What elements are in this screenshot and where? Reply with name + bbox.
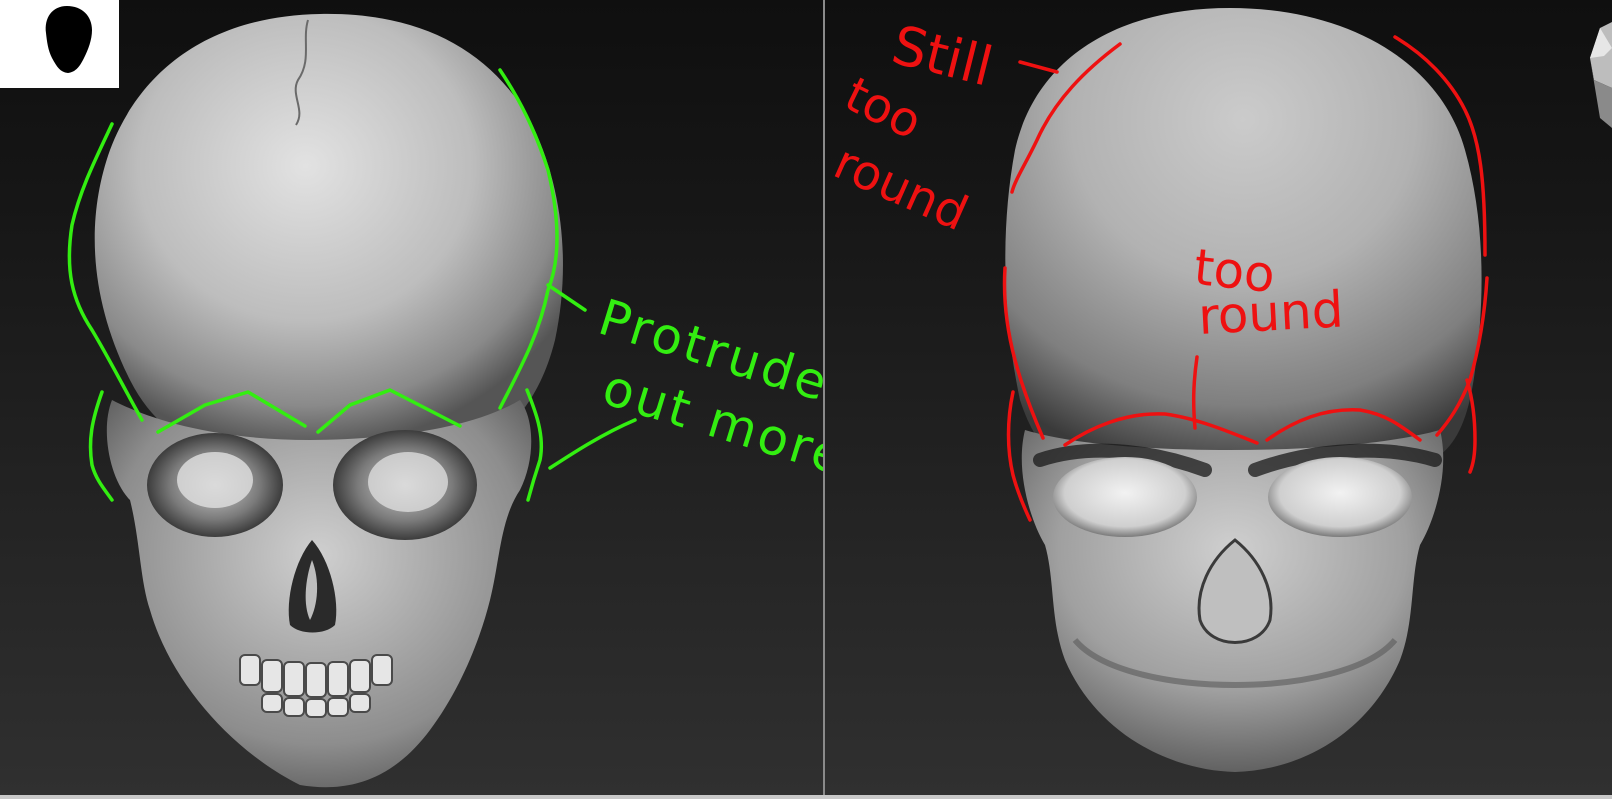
navigation-cube[interactable] bbox=[1580, 18, 1612, 128]
reference-viewport[interactable]: Protrudes out more bbox=[0, 0, 823, 799]
navigation-cube-icon bbox=[1590, 22, 1612, 128]
reference-cranium bbox=[94, 13, 563, 449]
zbrush-comparison-canvas: Protrudes out more Still too round too r… bbox=[0, 0, 1612, 799]
bottom-edge bbox=[0, 795, 1612, 799]
sculpt-right-eye bbox=[1268, 457, 1412, 537]
reference-teeth bbox=[239, 654, 393, 718]
sculpt-skull-render bbox=[1002, 8, 1489, 772]
sculpt-viewport[interactable]: Still too round too round bbox=[825, 0, 1612, 799]
sculpt-cranium bbox=[1005, 8, 1482, 455]
head-silhouette-thumbnail[interactable] bbox=[0, 0, 119, 88]
annotation-round-2: round bbox=[1196, 280, 1345, 346]
head-silhouette-icon bbox=[45, 6, 92, 73]
sculpt-left-eye bbox=[1053, 457, 1197, 537]
